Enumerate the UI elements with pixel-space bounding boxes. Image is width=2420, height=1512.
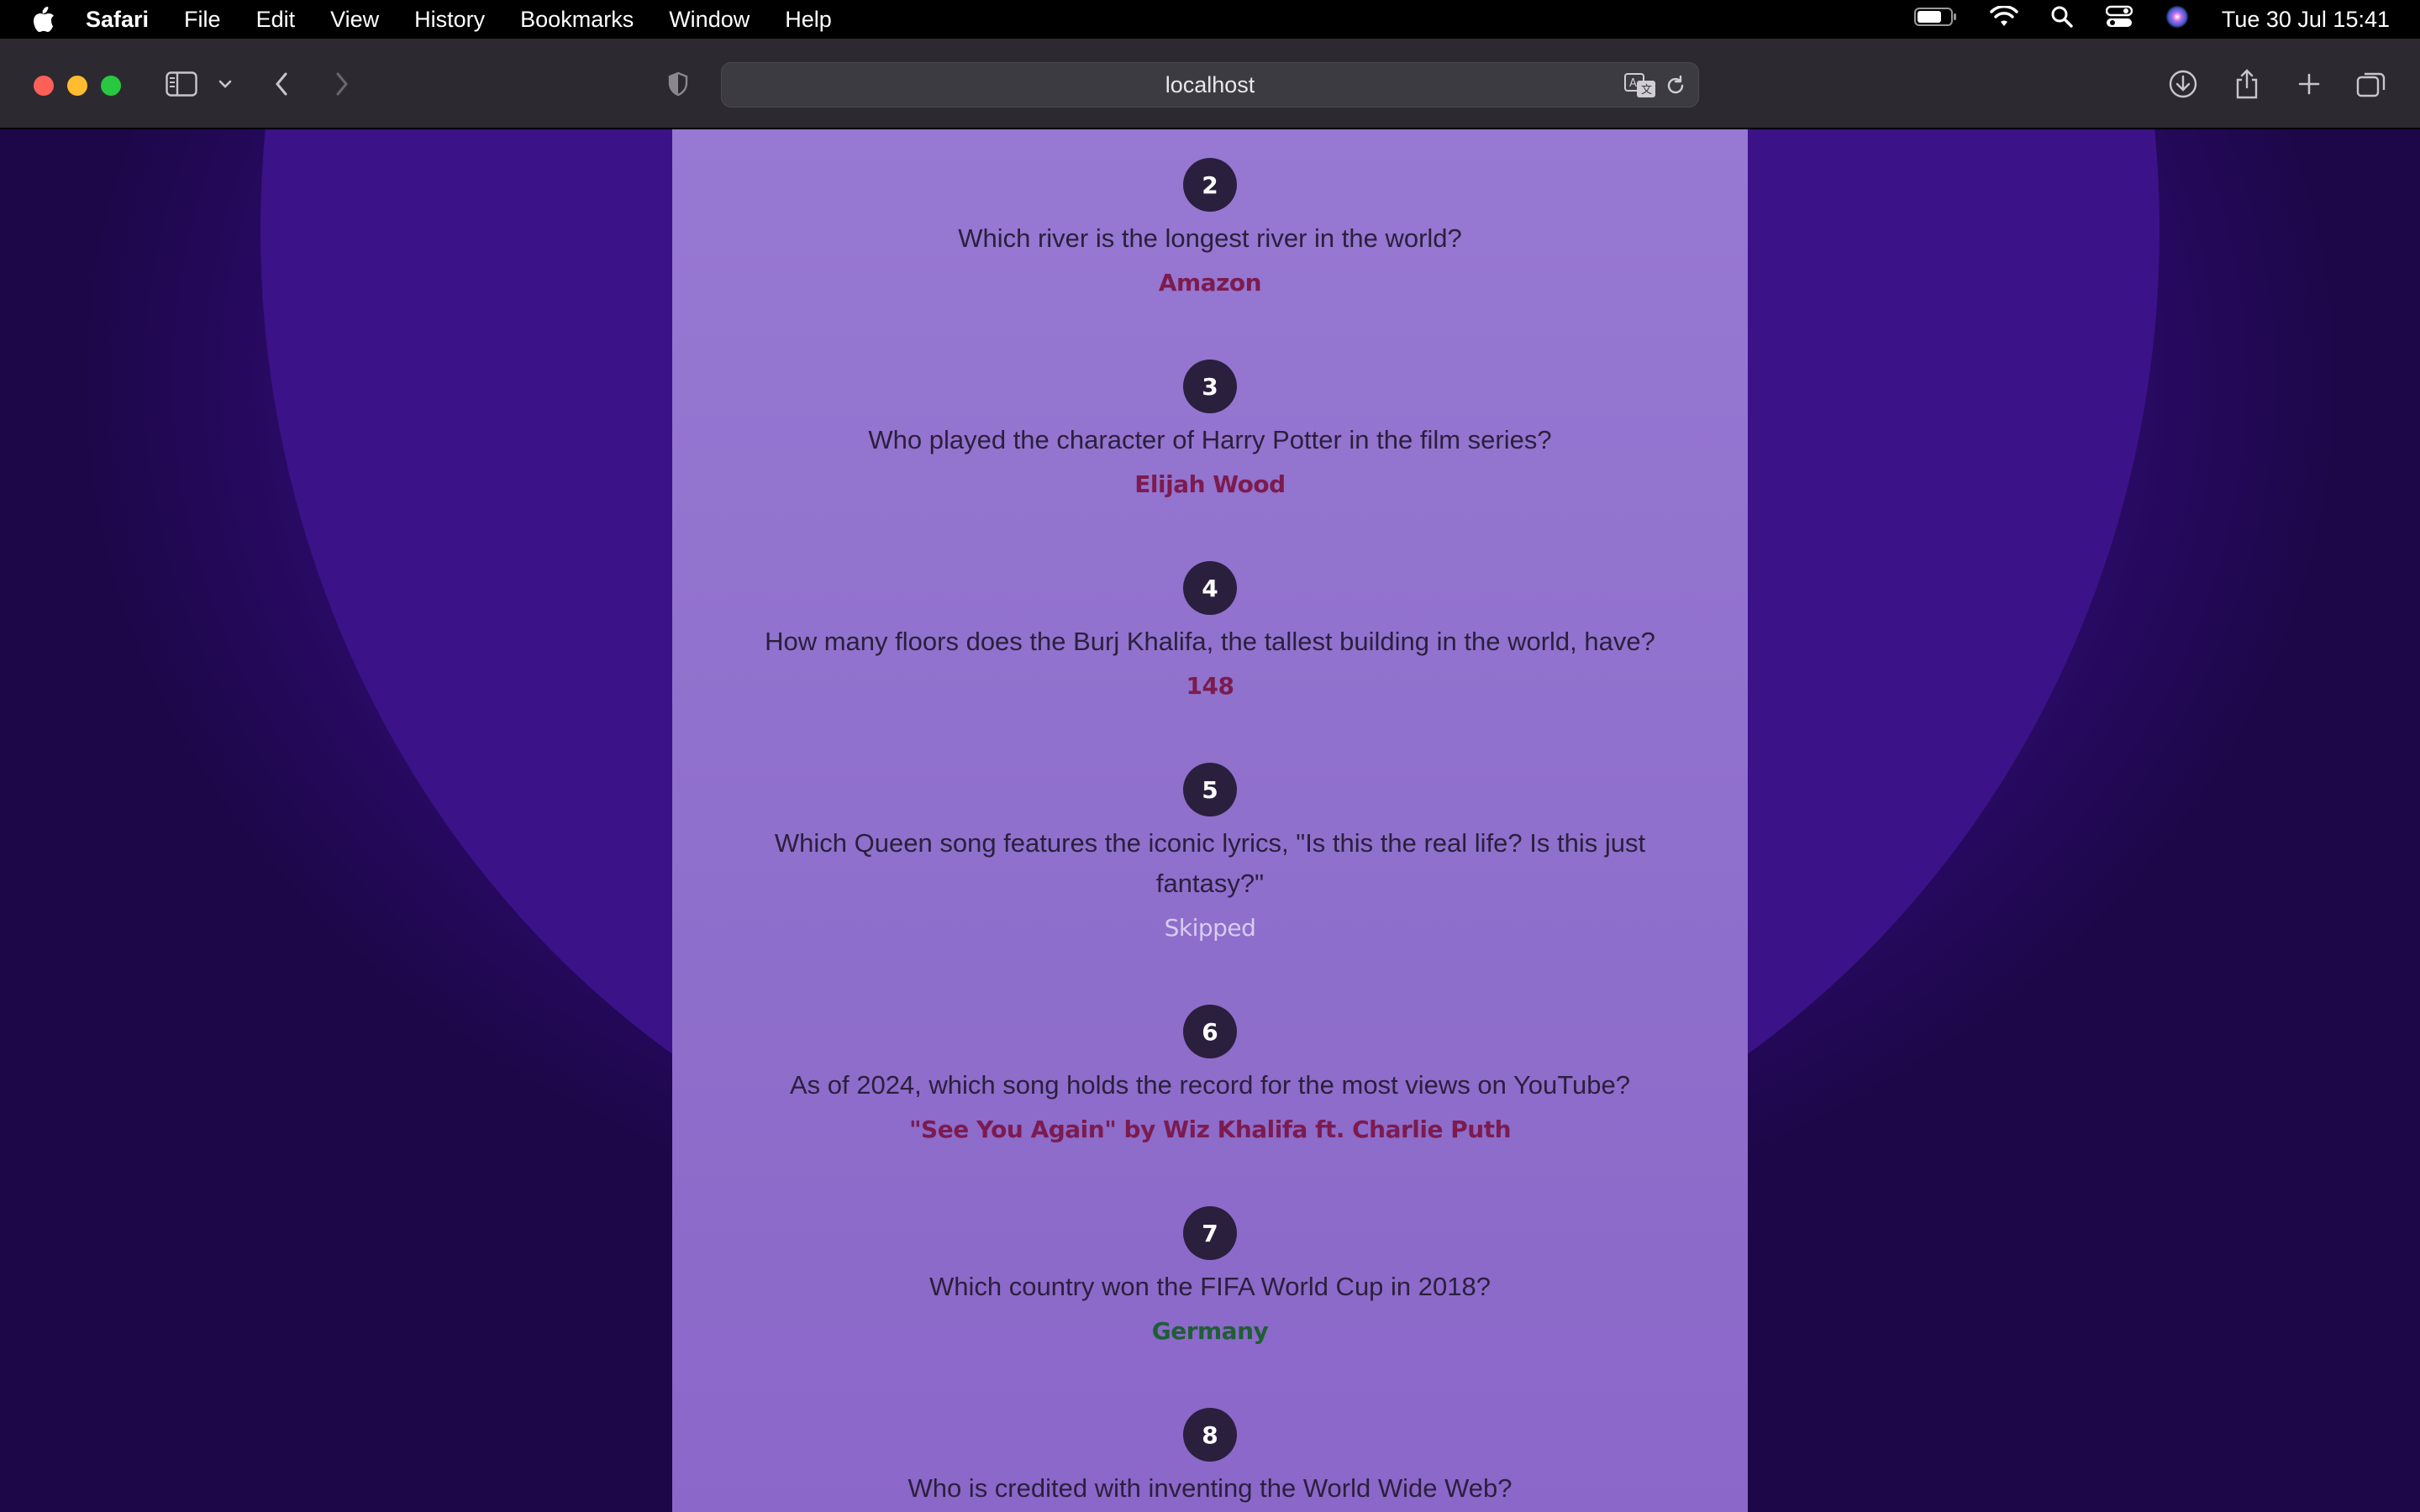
downloads-icon[interactable] xyxy=(2166,62,2200,106)
new-tab-plus-icon[interactable] xyxy=(2292,62,2326,106)
battery-icon[interactable] xyxy=(1913,7,1958,33)
svg-text:A: A xyxy=(1629,77,1637,90)
question-item: 7 Which country won the FIFA World Cup i… xyxy=(672,1206,1748,1348)
question-number-badge: 8 xyxy=(1183,1408,1237,1462)
menu-help[interactable]: Help xyxy=(785,7,832,33)
question-item: 2 Which river is the longest river in th… xyxy=(672,158,1748,300)
menu-edit[interactable]: Edit xyxy=(256,7,296,33)
quiz-results-panel: 2 Which river is the longest river in th… xyxy=(672,129,1748,1512)
menubar-clock[interactable]: Tue 30 Jul 15:41 xyxy=(2222,7,2390,33)
question-number-badge: 2 xyxy=(1183,158,1237,212)
browser-toolbar: localhost A文 xyxy=(0,39,2420,129)
menu-bar: Safari File Edit View History Bookmarks … xyxy=(0,0,2420,39)
back-chevron-icon[interactable] xyxy=(269,62,294,106)
address-bar[interactable]: localhost A文 xyxy=(721,62,1699,108)
window-minimize-button[interactable] xyxy=(67,76,87,96)
svg-text:文: 文 xyxy=(1641,84,1652,97)
answer-text: "See You Again" by Wiz Khalifa ft. Charl… xyxy=(908,1116,1512,1143)
siri-icon[interactable] xyxy=(2165,4,2190,35)
window-close-button[interactable] xyxy=(34,76,54,96)
sidebar-toggle-icon[interactable] xyxy=(163,62,200,106)
menu-app-name[interactable]: Safari xyxy=(86,7,149,33)
question-text: Which river is the longest river in the … xyxy=(958,223,1462,253)
wifi-icon[interactable] xyxy=(1990,4,2018,34)
answer-correct-text: Germany xyxy=(1151,1317,1269,1345)
question-number-badge: 6 xyxy=(1183,1005,1237,1058)
answer-text: Elijah Wood xyxy=(1134,470,1286,498)
question-item: 5 Which Queen song features the iconic l… xyxy=(672,763,1748,945)
menu-bookmarks[interactable]: Bookmarks xyxy=(520,7,634,33)
tab-overview-icon[interactable] xyxy=(2354,62,2388,106)
spotlight-search-icon[interactable] xyxy=(2050,5,2074,34)
answer-text: Amazon xyxy=(1158,269,1262,297)
menu-history[interactable]: History xyxy=(414,7,485,33)
reload-icon[interactable] xyxy=(1665,75,1686,101)
question-text: Which Queen song features the iconic lyr… xyxy=(774,828,1646,898)
privacy-shield-icon[interactable] xyxy=(666,62,691,106)
question-item: 4 How many floors does the Burj Khalifa,… xyxy=(672,561,1748,703)
answer-text: 148 xyxy=(1186,672,1234,700)
question-number-badge: 5 xyxy=(1183,763,1237,816)
tab-group-chevron-down-icon[interactable] xyxy=(215,62,235,106)
control-center-icon[interactable] xyxy=(2105,5,2133,34)
question-number-badge: 3 xyxy=(1183,360,1237,413)
window-zoom-button[interactable] xyxy=(101,76,121,96)
translate-icon[interactable]: A文 xyxy=(1624,73,1656,102)
menu-file[interactable]: File xyxy=(184,7,221,33)
menu-window[interactable]: Window xyxy=(669,7,750,33)
question-text: As of 2024, which song holds the record … xyxy=(789,1070,1631,1100)
question-item: 3 Who played the character of Harry Pott… xyxy=(672,360,1748,501)
question-text: Which country won the FIFA World Cup in … xyxy=(929,1272,1491,1301)
question-text: Who is credited with inventing the World… xyxy=(908,1473,1512,1503)
forward-chevron-icon[interactable] xyxy=(329,62,355,106)
answer-skipped-text: Skipped xyxy=(1164,914,1256,942)
menu-view[interactable]: View xyxy=(330,7,379,33)
url-text[interactable]: localhost xyxy=(1165,72,1255,98)
question-text: How many floors does the Burj Khalifa, t… xyxy=(765,627,1655,656)
question-number-badge: 4 xyxy=(1183,561,1237,615)
share-icon[interactable] xyxy=(2230,62,2264,106)
question-number-badge: 7 xyxy=(1183,1206,1237,1260)
question-item: 8 Who is credited with inventing the Wor… xyxy=(672,1408,1748,1509)
apple-icon[interactable] xyxy=(32,5,57,34)
question-text: Who played the character of Harry Potter… xyxy=(868,425,1552,454)
web-page: 2 Which river is the longest river in th… xyxy=(0,129,2420,1512)
question-item: 6 As of 2024, which song holds the recor… xyxy=(672,1005,1748,1147)
